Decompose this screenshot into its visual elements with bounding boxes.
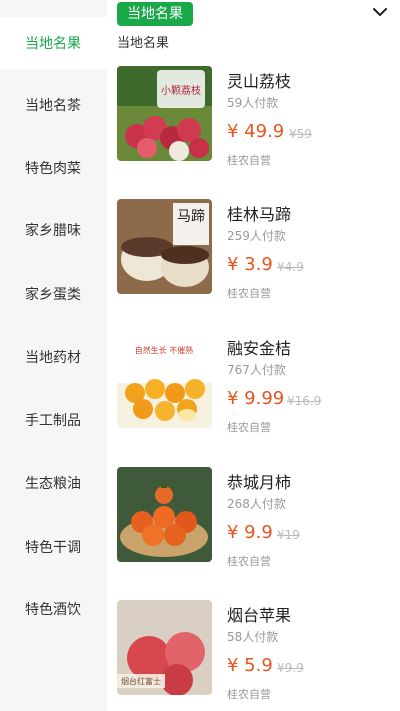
product-original-price: ¥16.9: [287, 394, 322, 408]
sidebar-item-label: 当地药材: [25, 350, 81, 366]
lychee-image-label: 小颗荔枝: [161, 84, 201, 97]
sidebar-item-label: 特色酒饮: [25, 602, 81, 618]
product-original-price: ¥9.9: [277, 661, 304, 675]
sidebar-item-label: 特色干调: [25, 540, 81, 556]
sidebar-item-meat-veg[interactable]: 特色肉菜: [0, 142, 107, 194]
product-image-apple[interactable]: 烟台红富士: [117, 600, 212, 695]
product-price: ¥ 49.9: [227, 121, 285, 142]
product-name: 恭城月柿: [227, 473, 292, 492]
sidebar-item-label: 家乡蛋类: [25, 287, 81, 303]
sidebar-item-label: 当地名茶: [25, 98, 81, 114]
sidebar-item-grain-oil[interactable]: 生态粮油: [0, 457, 107, 509]
sidebar-item-local-tea[interactable]: 当地名茶: [0, 79, 107, 131]
water-chestnut-image-label: 马蹄: [177, 208, 205, 225]
product-shop: 桂农自营: [227, 154, 271, 167]
sidebar-item-label: 家乡腊味: [25, 223, 81, 239]
product-sales-count: 58人付款: [227, 630, 279, 644]
product-name: 灵山荔枝: [227, 72, 292, 91]
product-shop: 桂农自营: [227, 287, 271, 300]
product-shop: 桂农自营: [227, 421, 271, 434]
product-shop: 桂农自营: [227, 555, 271, 568]
product-shop: 桂农自营: [227, 688, 271, 701]
product-sales-count: 59人付款: [227, 96, 279, 110]
sidebar-item-label: 手工制品: [25, 413, 81, 429]
product-sales-count: 259人付款: [227, 229, 286, 243]
sidebar-item-eggs[interactable]: 家乡蛋类: [0, 268, 107, 320]
sidebar-item-local-fruit[interactable]: 当地名果: [0, 17, 107, 69]
sidebar-item-label: 生态粮油: [25, 476, 81, 492]
sidebar-item-drinks[interactable]: 特色酒饮: [0, 583, 107, 635]
product-image-persimmon[interactable]: [117, 467, 212, 562]
product-card[interactable]: 烟台红富士 烟台苹果 58人付款 ¥ 5.9 ¥9.9 桂农自营: [117, 600, 400, 711]
kumquat-image-label: 自然生长 不催熟: [135, 345, 194, 355]
product-price: ¥ 5.9: [227, 655, 273, 676]
product-card[interactable]: 自然生长 不催熟 融安金桔 767人付款 ¥ 9.99 ¥16.9 桂农自营: [117, 333, 400, 453]
product-name: 桂林马蹄: [227, 205, 292, 224]
category-sidebar: 当地名果 当地名茶 特色肉菜 家乡腊味 家乡蛋类 当地药材 手工制品 生态粮油 …: [0, 0, 107, 711]
sidebar-item-herbs[interactable]: 当地药材: [0, 331, 107, 383]
product-card[interactable]: 小颗荔枝 灵山荔枝 59人付款 ¥ 49.9 ¥59 桂农自营: [117, 66, 400, 186]
product-original-price: ¥19: [277, 528, 300, 542]
sidebar-item-cured-meat[interactable]: 家乡腊味: [0, 204, 107, 256]
product-image-kumquat[interactable]: 自然生长 不催熟: [117, 333, 212, 428]
section-title: 当地名果: [117, 36, 170, 51]
product-name: 融安金桔: [227, 339, 292, 358]
product-name: 烟台苹果: [227, 606, 292, 625]
product-sales-count: 268人付款: [227, 497, 286, 511]
product-price: ¥ 9.99: [227, 388, 285, 409]
sidebar-item-dry-seasoning[interactable]: 特色干调: [0, 521, 107, 573]
product-price: ¥ 3.9: [227, 254, 273, 275]
sidebar-item-handicrafts[interactable]: 手工制品: [0, 394, 107, 446]
product-image-lychee[interactable]: 小颗荔枝: [117, 66, 212, 161]
chevron-down-icon[interactable]: [372, 6, 388, 18]
sidebar-item-label: 特色肉菜: [25, 161, 81, 177]
apple-image-label: 烟台红富士: [121, 676, 161, 686]
product-image-water-chestnut[interactable]: 马蹄: [117, 199, 212, 294]
sidebar-item-label: 当地名果: [25, 36, 81, 52]
tab-local-fruit[interactable]: 当地名果: [117, 2, 193, 26]
product-original-price: ¥59: [289, 127, 312, 141]
product-price: ¥ 9.9: [227, 522, 273, 543]
product-original-price: ¥4.9: [277, 260, 304, 274]
product-card[interactable]: 马蹄 桂林马蹄 259人付款 ¥ 3.9 ¥4.9 桂农自营: [117, 199, 400, 319]
product-sales-count: 767人付款: [227, 363, 286, 377]
product-card[interactable]: 恭城月柿 268人付款 ¥ 9.9 ¥19 桂农自营: [117, 467, 400, 587]
